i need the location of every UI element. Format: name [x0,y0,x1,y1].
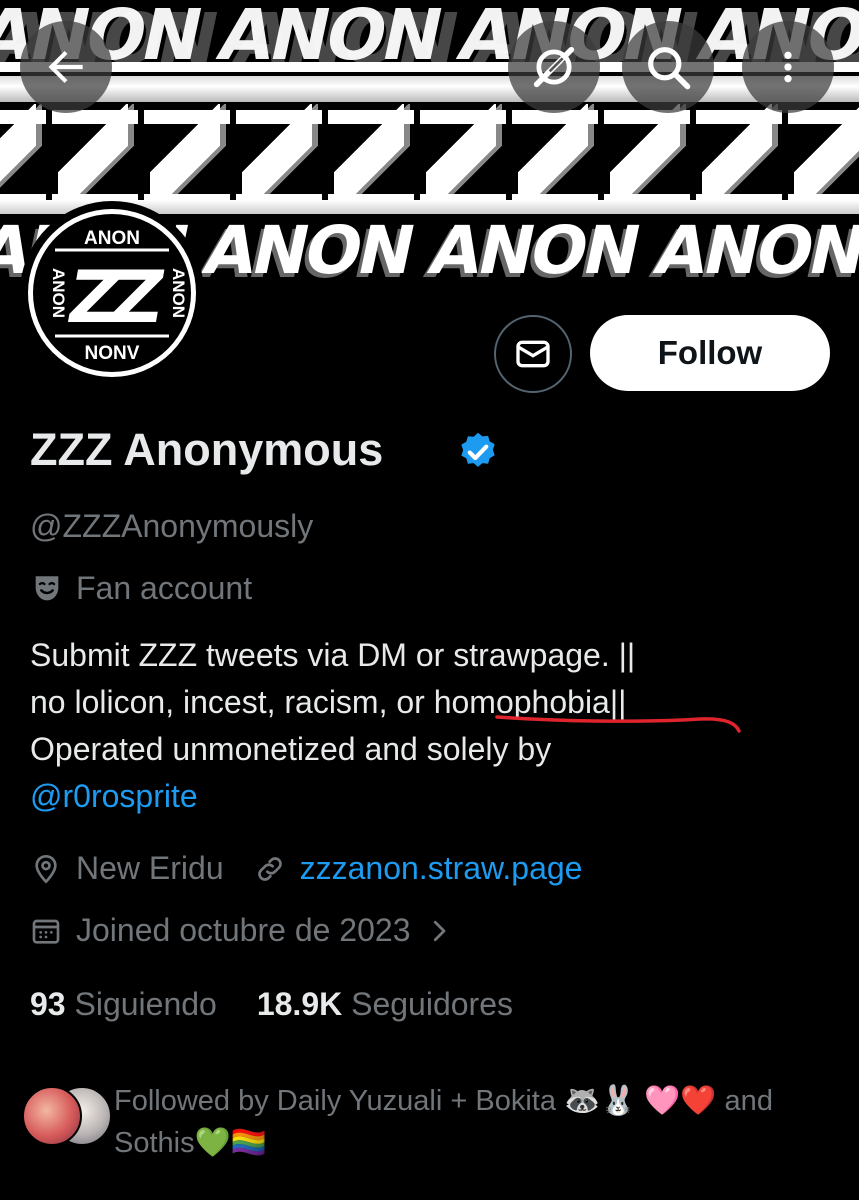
arrow-left-icon [48,50,83,84]
profile-category: Fan account [30,570,252,607]
grok-icon [533,46,575,88]
message-button[interactable] [494,315,572,393]
avatar-bottom-text: NONV [85,343,140,364]
following-count: 93 [30,986,66,1022]
avatar-left-text: ANON [49,268,68,318]
search-icon [648,47,691,90]
website-link[interactable]: zzzanon.straw.page [300,850,583,887]
followers-stat[interactable]: 18.9K Seguidores [257,986,513,1023]
avatar [22,1086,82,1146]
location-text: New Eridu [76,850,224,886]
red-underline-annotation [495,715,741,733]
bio-mention-link[interactable]: @r0rosprite [30,773,830,820]
banner-stripe [0,76,859,102]
back-button[interactable] [20,21,112,113]
more-button[interactable] [742,21,834,113]
followers-you-know-avatars [22,1086,114,1150]
banner-stripe [0,62,859,72]
user-handle: @ZZZAnonymously [30,508,314,544]
followed-by[interactable]: Followed by Daily Yuzuali + Bokita 🦝🐰 🩷❤… [22,1080,842,1164]
followers-label: Seguidores [351,986,513,1022]
theater-mask-icon [35,575,59,600]
avatar-logo: ANON NONV ANON ANON ZZ [28,209,196,377]
following-label: Siguiendo [74,986,217,1022]
calendar-icon [32,919,60,944]
joined-item[interactable]: Joined octubre de 2023 [30,912,454,949]
following-stat[interactable]: 93 Siguiendo [30,986,217,1023]
link-icon [257,856,282,881]
avatar-center-text: ZZ [62,257,169,340]
display-name: ZZZ Anonymous [30,424,384,475]
mail-icon [516,340,550,368]
joined-row[interactable]: Joined octubre de 2023 [30,912,454,949]
verified-badge-icon[interactable] [456,430,500,474]
profile-meta: New Eridu zzzanon.straw.page [30,850,582,887]
avatar-top-text: ANON [84,228,140,249]
followers-count: 18.9K [256,986,343,1022]
joined-text: Joined octubre de 2023 [76,912,411,948]
location-item: New Eridu [30,850,224,887]
followed-by-text: Followed by Daily Yuzuali + Bokita 🦝🐰 🩷❤… [114,1085,773,1159]
website-item[interactable]: zzzanon.straw.page [254,850,583,887]
follow-button[interactable]: Follow [590,315,830,391]
bio-line: Submit ZZZ tweets via DM or strawpage. |… [30,637,636,673]
follow-stats: 93 Siguiendo 18.9K Seguidores [30,986,513,1023]
avatar-right-text: ANON [169,268,188,318]
grok-button[interactable] [508,21,600,113]
search-button[interactable] [622,21,714,113]
location-pin-icon [35,854,57,884]
more-vertical-icon [784,51,792,83]
banner-zz-pattern [0,104,859,214]
profile-avatar[interactable]: ANON NONV ANON ANON ZZ [20,201,204,385]
category-label: Fan account [76,570,253,606]
chevron-right-icon [434,920,446,941]
